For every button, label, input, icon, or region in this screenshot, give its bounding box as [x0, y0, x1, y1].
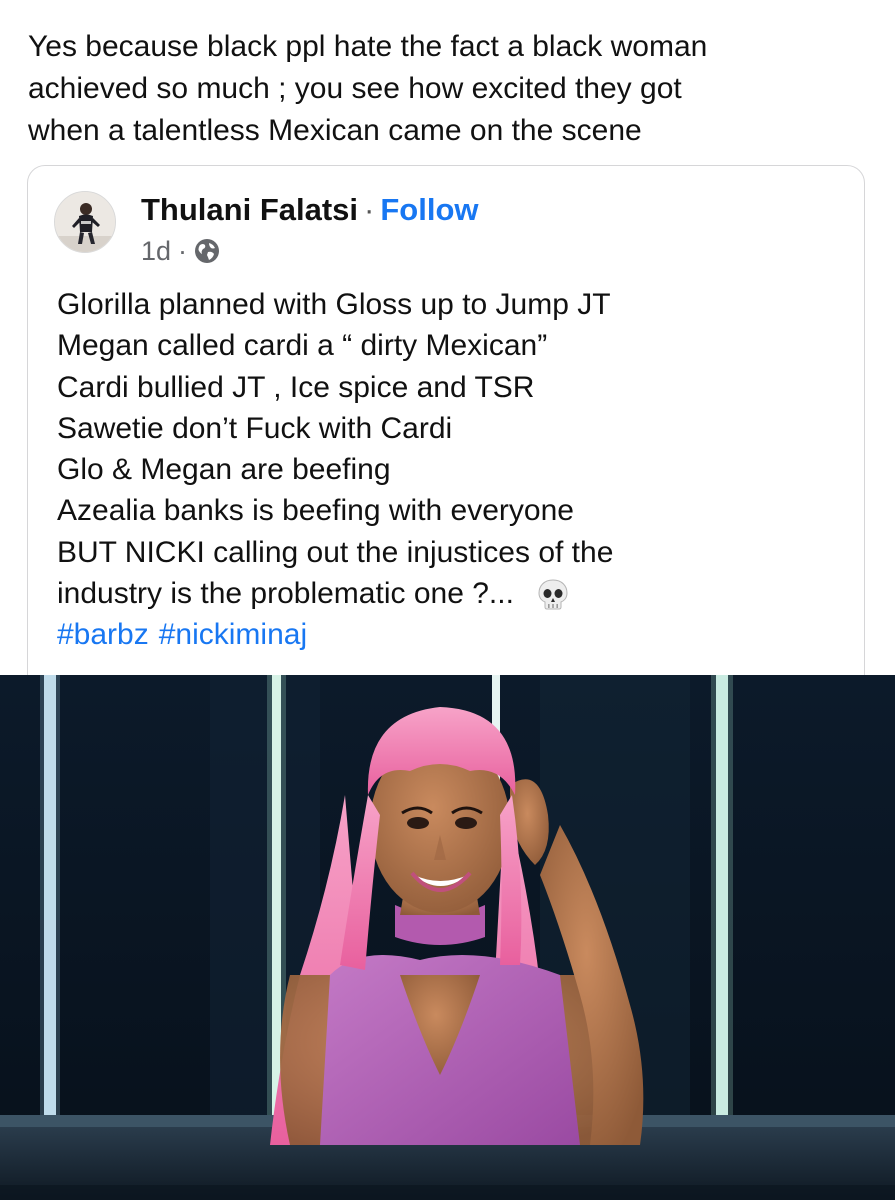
author-name[interactable]: Thulani Falatsi — [141, 192, 358, 227]
post-line-3: Cardi bullied JT , Ice spice and TSR — [57, 370, 535, 404]
post-line-4: Sawetie don’t Fuck with Cardi — [57, 411, 453, 445]
post-meta: 1d · — [141, 234, 220, 268]
skull-emoji-icon — [536, 578, 570, 612]
hashtag-nickiminaj[interactable]: #nickiminaj — [159, 618, 307, 651]
shared-post-card[interactable]: Thulani Falatsi · Follow 1d · Glorilla pla… — [27, 165, 865, 725]
post-line-7: BUT NICKI calling out the injustices of … — [57, 535, 614, 569]
post-body: Glorilla planned with Gloss up to Jump J… — [57, 284, 847, 656]
post-line-8: industry is the problematic one ?... — [57, 577, 514, 611]
hashtag-row: #barbz #nickiminaj — [57, 614, 847, 655]
hashtag-barbz[interactable]: #barbz — [57, 618, 149, 651]
post-line-1: Glorilla planned with Gloss up to Jump J… — [57, 288, 611, 321]
post-timestamp[interactable]: 1d — [141, 234, 171, 268]
post-line-5: Glo & Megan are beefing — [57, 453, 391, 487]
performer-photo[interactable] — [0, 675, 895, 1200]
caption-text: Yes because black ppl hate the fact a bl… — [28, 30, 708, 147]
author-separator: · — [364, 192, 375, 227]
post-line-8-wrapper: industry is the problematic one ?... — [57, 573, 847, 614]
meta-separator: · — [178, 236, 188, 266]
author-line: Thulani Falatsi · Follow — [141, 190, 479, 230]
globe-icon — [194, 238, 220, 264]
follow-button[interactable]: Follow — [380, 192, 478, 227]
avatar[interactable] — [54, 191, 116, 253]
post-line-6: Azealia banks is beefing with everyone — [57, 494, 574, 528]
post-line-2: Megan called cardi a “ dirty Mexican” — [57, 329, 548, 363]
